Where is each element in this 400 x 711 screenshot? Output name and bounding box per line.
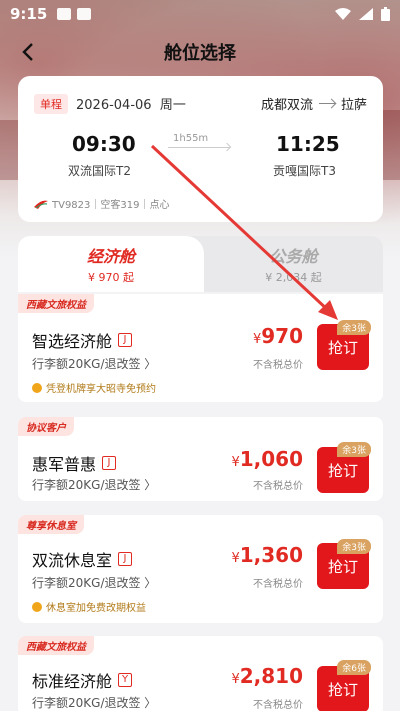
baggage-policy-link[interactable]: 行李额20KG/退改签 〉 — [32, 694, 156, 711]
price-note: 不含税总价 — [253, 360, 303, 371]
flight-duration: 1h55m — [173, 133, 209, 144]
app-a-icon — [77, 8, 92, 20]
fare-name: 智选经济舱 J — [32, 328, 133, 352]
trip-date: 2026-04-06 周一 — [76, 98, 186, 113]
duration-arrow-icon — [168, 147, 230, 148]
arrival-time: 11:25 — [276, 132, 340, 156]
baggage-policy-link[interactable]: 行李额20KG/退改签 〉 — [32, 355, 156, 372]
class-code: J — [118, 333, 133, 347]
fare-price: ¥970 — [252, 324, 303, 348]
remaining-seats-badge: 余3张 — [337, 320, 371, 335]
fare-price: ¥1,360 — [231, 543, 303, 567]
fare-name: 惠军普惠 J — [32, 451, 117, 475]
tab-economy-label: 经济舱 — [86, 247, 135, 266]
arrival-airport: 贡嘎国际T3 — [273, 164, 336, 178]
fare-price: ¥2,810 — [231, 664, 303, 688]
fare-tag: 西藏文旅权益 — [18, 636, 94, 655]
price-note: 不含税总价 — [253, 481, 303, 492]
perk-icon — [32, 382, 42, 393]
status-time: 9:15 — [10, 5, 48, 23]
remaining-seats-badge: 余6张 — [337, 660, 371, 675]
flight-summary-card: 单程 2026-04-06 周一 成都双流 拉萨 09:30 双流国际T2 1h… — [18, 76, 383, 222]
tab-economy-price: ¥ 970 起 — [88, 271, 134, 284]
perk-icon — [32, 601, 42, 612]
fare-perk: 休息室加免费改期权益 — [32, 599, 146, 614]
price-note: 不含税总价 — [253, 579, 303, 590]
page-title: 舱位选择 — [164, 43, 236, 64]
fare-card: 西藏文旅权益 标准经济舱 Y 行李额20KG/退改签 〉 ¥2,810 不含税总价… — [18, 636, 383, 711]
fare-price: ¥1,060 — [231, 447, 303, 471]
gallery-icon — [57, 8, 72, 20]
trip-type-badge: 单程 — [34, 94, 68, 114]
tab-business[interactable]: 公务舱 ¥ 2,034 起 — [204, 236, 383, 292]
nav-bar: 舱位选择 — [0, 34, 400, 70]
fare-tag: 西藏文旅权益 — [18, 294, 94, 313]
cabin-tabs: 经济舱 ¥ 970 起 公务舱 ¥ 2,034 起 — [18, 236, 383, 292]
fare-card: 西藏文旅权益 智选经济舱 J 行李额20KG/退改签 〉 凭登机牌享大昭寺免预约 … — [18, 294, 383, 402]
back-button[interactable] — [14, 38, 42, 66]
departure-time: 09:30 — [72, 132, 136, 156]
tab-business-price: ¥ 2,034 起 — [265, 271, 322, 284]
price-note: 不含税总价 — [253, 700, 303, 711]
class-code: J — [102, 456, 117, 470]
flight-info: TV9823｜空客319｜点心 — [34, 196, 170, 211]
class-code: J — [118, 552, 133, 566]
remaining-seats-badge: 余3张 — [337, 442, 371, 457]
fare-card: 尊享休息室 双流休息室 J 行李额20KG/退改签 〉 休息室加免费改期权益 ¥1… — [18, 515, 383, 623]
signal-icon — [359, 8, 373, 20]
airline-logo-icon — [34, 200, 48, 209]
wifi-icon — [335, 8, 351, 20]
fare-name: 双流休息室 J — [32, 547, 133, 571]
tab-economy[interactable]: 经济舱 ¥ 970 起 — [18, 236, 204, 292]
baggage-policy-link[interactable]: 行李额20KG/退改签 〉 — [32, 476, 156, 493]
departure-airport: 双流国际T2 — [68, 164, 131, 178]
battery-icon — [381, 7, 390, 21]
fare-tag: 协议客户 — [18, 417, 74, 436]
back-arrow-icon — [22, 43, 33, 61]
fare-tag: 尊享休息室 — [18, 515, 84, 534]
fare-card: 协议客户 惠军普惠 J 行李额20KG/退改签 〉 ¥1,060 不含税总价 抢订… — [18, 417, 383, 501]
trip-route: 成都双流 拉萨 — [260, 98, 367, 113]
status-bar: 9:15 — [0, 0, 400, 28]
fare-name: 标准经济舱 Y — [32, 668, 133, 692]
fare-perk: 凭登机牌享大昭寺免预约 — [32, 380, 156, 395]
baggage-policy-link[interactable]: 行李额20KG/退改签 〉 — [32, 574, 156, 591]
class-code: Y — [118, 673, 133, 687]
route-arrow-icon — [318, 103, 335, 104]
remaining-seats-badge: 余3张 — [337, 539, 371, 554]
tab-business-label: 公务舱 — [269, 247, 318, 266]
